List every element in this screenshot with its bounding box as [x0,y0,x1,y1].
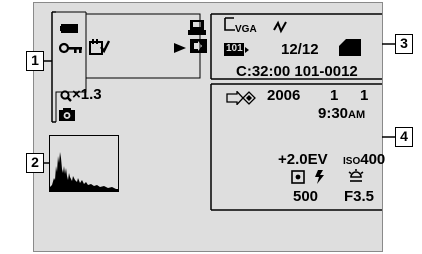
callout-3: 3 [395,34,413,54]
callout-2: 2 [26,153,44,173]
callout-1: 1 [26,51,44,71]
callout-4: 4 [395,127,413,147]
callout-lines [44,11,395,211]
